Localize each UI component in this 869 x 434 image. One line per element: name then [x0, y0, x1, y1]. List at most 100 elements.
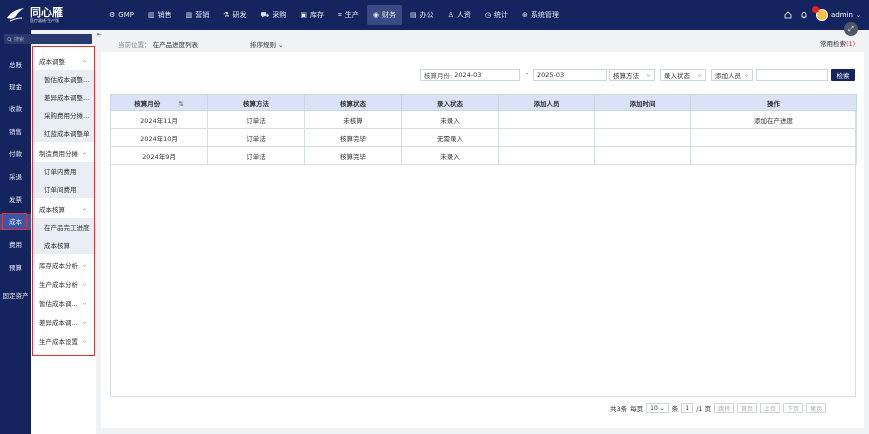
nav-item-label: 系统管理 — [530, 11, 559, 19]
box-icon: ▣ — [300, 11, 307, 19]
bell-icon[interactable] — [800, 11, 808, 19]
column-header-1: 核算方法 — [207, 94, 305, 111]
table-cell: 订单法 — [207, 110, 305, 129]
settings-icon: ⊛ — [522, 11, 528, 19]
table-cell — [594, 146, 691, 165]
nav-item-2[interactable]: ▥ 营销 — [180, 5, 216, 25]
keyword-input[interactable] — [756, 69, 828, 81]
active-module-highlight — [2, 213, 27, 230]
method-select[interactable]: 核算方法 — [609, 69, 655, 81]
sidebar-item-9[interactable]: 预算 — [0, 260, 31, 276]
sidebar-item-6[interactable]: 发票 — [0, 192, 31, 208]
goose-logo-icon — [7, 8, 24, 22]
first-page-button[interactable]: 首页 — [737, 403, 758, 413]
column-header-label: 添加时间 — [629, 99, 656, 108]
nav-item-label: 办公 — [419, 11, 434, 19]
jump-button[interactable]: 跳转 — [714, 403, 735, 413]
nav-item-7[interactable]: ◉ 财务 — [366, 5, 402, 25]
table-cell: 未录入 — [401, 110, 499, 129]
search-placeholder: 搜索 — [14, 36, 25, 43]
nav-item-label: GMP — [118, 11, 134, 19]
table-row: 2024年11月 订单法 未核算 未录入 添加在产进度 — [110, 110, 857, 129]
column-header-5: 添加时间 — [594, 94, 691, 111]
month-from-field[interactable]: 核算月份: 2024-03 — [420, 69, 520, 81]
nav-item-label: 营销 — [195, 11, 210, 19]
nav-item-8[interactable]: ▤ 办公 — [404, 5, 440, 25]
column-header-label: 核算月份 — [134, 99, 161, 108]
nav-item-label: 统计 — [494, 11, 509, 19]
table-cell — [594, 110, 691, 129]
sidebar-item-4[interactable]: 付款 — [0, 146, 31, 162]
sidebar-item-3[interactable]: 销售 — [0, 124, 31, 140]
collapse-menu-icon[interactable]: ⇤ — [97, 31, 103, 39]
sort-icon[interactable]: ⇅ — [176, 100, 183, 108]
page-number-input[interactable]: 1 — [681, 403, 694, 413]
sidebar-item-0[interactable]: 总账 — [0, 57, 31, 73]
adder-placeholder: 添加人员 — [715, 72, 741, 80]
nav-item-label: 销售 — [157, 11, 172, 19]
brand-name: 同心雁 — [30, 6, 63, 19]
chevron-down-icon: ⌄ — [278, 41, 284, 49]
bar-chart-icon: ▥ — [147, 11, 155, 19]
common-search-count: (1) — [846, 40, 856, 48]
next-page-button[interactable]: 下页 — [783, 403, 804, 413]
table-cell: 订单法 — [207, 128, 305, 147]
pagination: 共3条 每页 10 ⌄ 条 1 /1 页 跳转 首页 上页 下页 尾页 — [610, 402, 827, 414]
sidebar-item-10[interactable]: 固定资产 — [0, 286, 31, 306]
sort-rule-dropdown[interactable]: 排序规则 ⌄ — [250, 39, 284, 49]
column-header-label: 核算状态 — [340, 99, 366, 108]
table-cell: 核算完毕 — [304, 146, 402, 165]
table-row: 2024年10月 订单法 核算完毕 无需录入 — [110, 128, 857, 147]
table-cell[interactable]: 添加在产进度 — [690, 110, 857, 129]
total-pages: /1 页 — [696, 405, 712, 413]
sidebar-item-8[interactable]: 费用 — [0, 237, 31, 253]
nav-item-3[interactable]: ⚗ 研发 — [217, 5, 252, 25]
person-icon: ♙ — [447, 11, 454, 19]
nav-item-0[interactable]: ⚙ GMP — [103, 5, 140, 25]
table-cell — [690, 128, 857, 147]
common-search-button[interactable]: 常用检索(1) — [820, 38, 855, 48]
prev-page-button[interactable]: 上页 — [760, 403, 781, 413]
column-header-4: 添加人员 — [498, 94, 595, 111]
sort-rule-label: 排序规则 — [250, 41, 276, 49]
nav-item-label: 生产 — [344, 11, 359, 19]
user-menu[interactable]: admin ⌄ — [812, 6, 861, 21]
column-header-0[interactable]: 核算月份 ⇅ — [110, 94, 208, 111]
progress-table: 核算月份 ⇅ 核算方法 核算状态 录入状态 添加人员 添加时间 操作 2024年11月 订单法… — [110, 94, 857, 165]
menu-search-input[interactable]: 搜索 — [4, 34, 92, 44]
month-label: 核算月份: — [424, 72, 453, 80]
nav-item-label: 研发 — [232, 11, 247, 19]
nav-item-4[interactable]: ⛟ 采购 — [255, 5, 293, 25]
sidebar-item-5[interactable]: 采退 — [0, 169, 31, 185]
nav-item-5[interactable]: ▣ 库存 — [294, 5, 330, 25]
column-header-6: 操作 — [690, 94, 857, 111]
nav-item-11[interactable]: ⊛ 系统管理 — [516, 5, 565, 25]
table-cell: 无需录入 — [401, 128, 499, 147]
expand-icon[interactable]: ⤢ — [844, 22, 858, 36]
cart-icon: ⛟ — [260, 10, 270, 19]
breadcrumb: 当前位置： 在产品进度列表 — [118, 39, 198, 49]
notification-badge — [812, 6, 820, 13]
brand-logo[interactable]: 同心雁 医疗器械·生产版 — [0, 0, 95, 30]
username: admin — [831, 11, 853, 19]
home-icon[interactable] — [784, 11, 792, 19]
entry-status-select[interactable]: 录入状态 — [660, 69, 706, 81]
flask-icon: ⚗ — [223, 11, 230, 19]
sidebar-item-2[interactable]: 收款 — [0, 101, 31, 117]
nav-item-1[interactable]: ▥ 销售 — [142, 5, 178, 25]
month-to-field[interactable]: 2025-03 — [533, 69, 607, 81]
table-cell — [690, 146, 857, 165]
search-button[interactable]: 检索 — [831, 69, 855, 81]
adder-select[interactable]: 添加人员 — [711, 69, 753, 81]
table-cell — [594, 128, 691, 147]
month-to-value: 2025-03 — [537, 71, 565, 79]
last-page-button[interactable]: 尾页 — [806, 403, 827, 413]
per-page-select[interactable]: 10 ⌄ — [646, 403, 669, 413]
sidebar-item-1[interactable]: 现金 — [0, 79, 31, 95]
chevron-down-icon — [697, 74, 702, 77]
coin-icon: ◉ — [372, 11, 379, 19]
nav-item-9[interactable]: ♙ 人资 — [442, 5, 477, 25]
nav-item-6[interactable]: ⌗ 生产 — [332, 5, 365, 25]
nav-item-10[interactable]: ◷ 统计 — [479, 5, 514, 25]
submenu-highlight — [32, 46, 95, 356]
